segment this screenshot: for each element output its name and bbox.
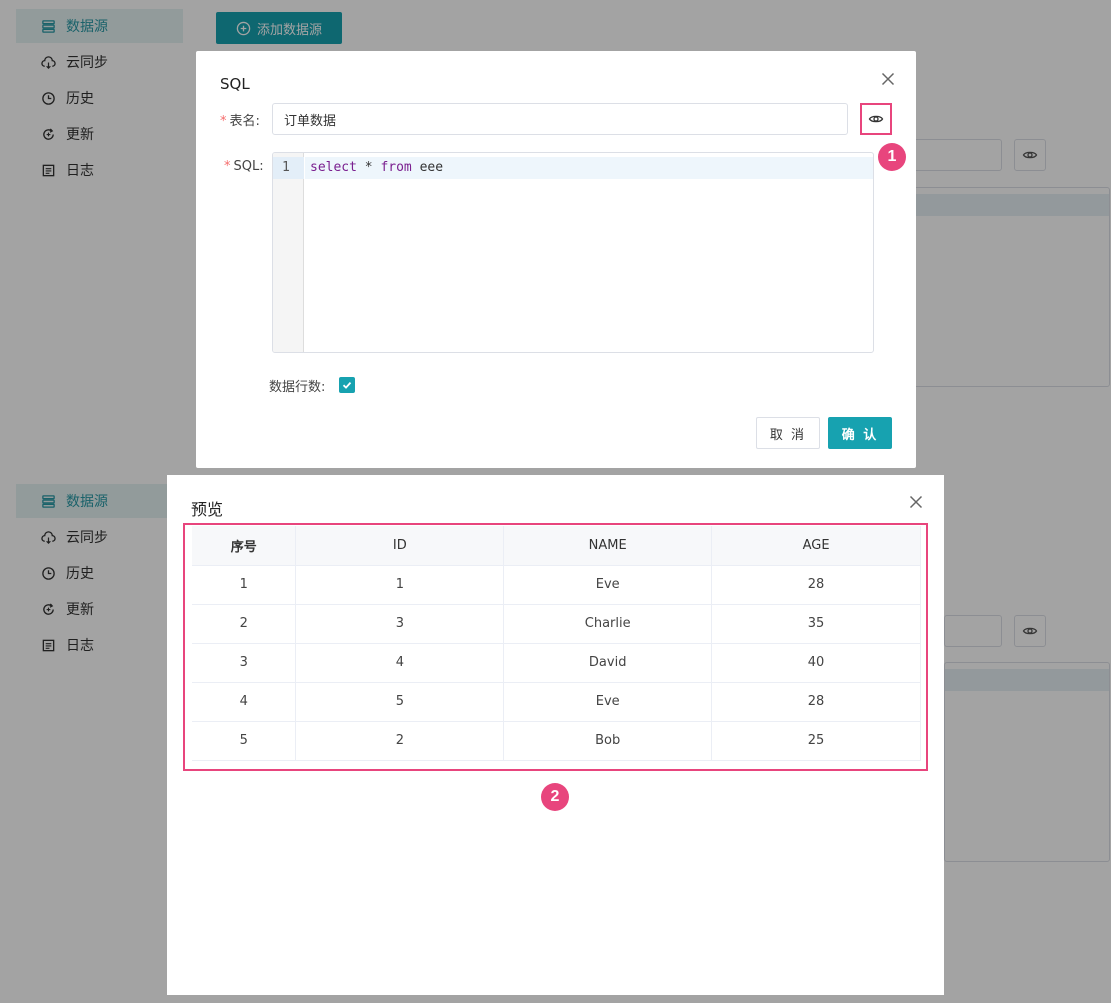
table-row: 3 4 David 40 xyxy=(192,643,921,683)
sql-dialog-title: SQL xyxy=(220,75,250,93)
row-count-checkbox[interactable] xyxy=(339,377,355,393)
table-cell: 4 xyxy=(295,643,505,683)
column-header-age[interactable]: AGE xyxy=(711,526,921,566)
close-icon[interactable] xyxy=(879,70,897,88)
column-header-id[interactable]: ID xyxy=(295,526,505,566)
sql-label: * SQL: xyxy=(224,159,264,174)
eye-icon xyxy=(868,115,884,123)
table-cell: 28 xyxy=(711,565,921,605)
line-number-gutter: 1 xyxy=(273,153,304,352)
preview-dialog-title: 预览 xyxy=(191,500,224,519)
table-cell: 1 xyxy=(192,565,297,605)
table-cell: 35 xyxy=(711,604,921,644)
table-cell: 3 xyxy=(295,604,505,644)
preview-table-highlight: 序号 ID NAME AGE 1 1 Eve 28 2 3 Charlie 35 xyxy=(183,523,928,771)
table-name-label: * 表名: xyxy=(220,114,260,129)
column-header-index[interactable]: 序号 xyxy=(192,526,297,566)
annotation-badge-1: 1 xyxy=(878,143,906,171)
table-cell: Eve xyxy=(503,682,713,722)
close-icon[interactable] xyxy=(907,493,925,511)
table-cell: 3 xyxy=(192,643,297,683)
table-cell: 2 xyxy=(295,721,505,761)
table-header-row: 序号 ID NAME AGE xyxy=(192,526,921,566)
preview-button[interactable] xyxy=(860,103,892,135)
code-line[interactable]: select * from eee xyxy=(305,157,873,179)
checkmark-icon xyxy=(342,381,352,389)
line-number: 1 xyxy=(273,157,304,179)
table-row: 2 3 Charlie 35 xyxy=(192,604,921,644)
table-cell: Charlie xyxy=(503,604,713,644)
table-cell: 4 xyxy=(192,682,297,722)
table-cell: 25 xyxy=(711,721,921,761)
column-header-name[interactable]: NAME xyxy=(503,526,713,566)
table-row: 4 5 Eve 28 xyxy=(192,682,921,722)
cancel-button[interactable]: 取 消 xyxy=(756,417,820,449)
table-cell: 40 xyxy=(711,643,921,683)
table-cell: 28 xyxy=(711,682,921,722)
table-cell: Eve xyxy=(503,565,713,605)
sql-dialog: SQL * 表名: 订单数据 * SQL: 1 select * from eee … xyxy=(196,51,916,468)
preview-table: 序号 ID NAME AGE 1 1 Eve 28 2 3 Charlie 35 xyxy=(192,526,921,761)
table-cell: David xyxy=(503,643,713,683)
table-cell: 5 xyxy=(295,682,505,722)
table-cell: 2 xyxy=(192,604,297,644)
table-row: 1 1 Eve 28 xyxy=(192,565,921,605)
table-cell: 1 xyxy=(295,565,505,605)
confirm-button[interactable]: 确 认 xyxy=(828,417,892,449)
sql-code-editor[interactable]: 1 select * from eee xyxy=(272,152,874,353)
table-row: 5 2 Bob 25 xyxy=(192,721,921,761)
preview-dialog: 预览 序号 ID NAME AGE 1 1 Eve 28 2 3 Charlie… xyxy=(167,475,944,995)
row-count-label: 数据行数: xyxy=(269,380,326,395)
annotation-badge-2: 2 xyxy=(541,783,569,811)
table-cell: Bob xyxy=(503,721,713,761)
table-name-input[interactable]: 订单数据 xyxy=(272,103,848,135)
table-cell: 5 xyxy=(192,721,297,761)
